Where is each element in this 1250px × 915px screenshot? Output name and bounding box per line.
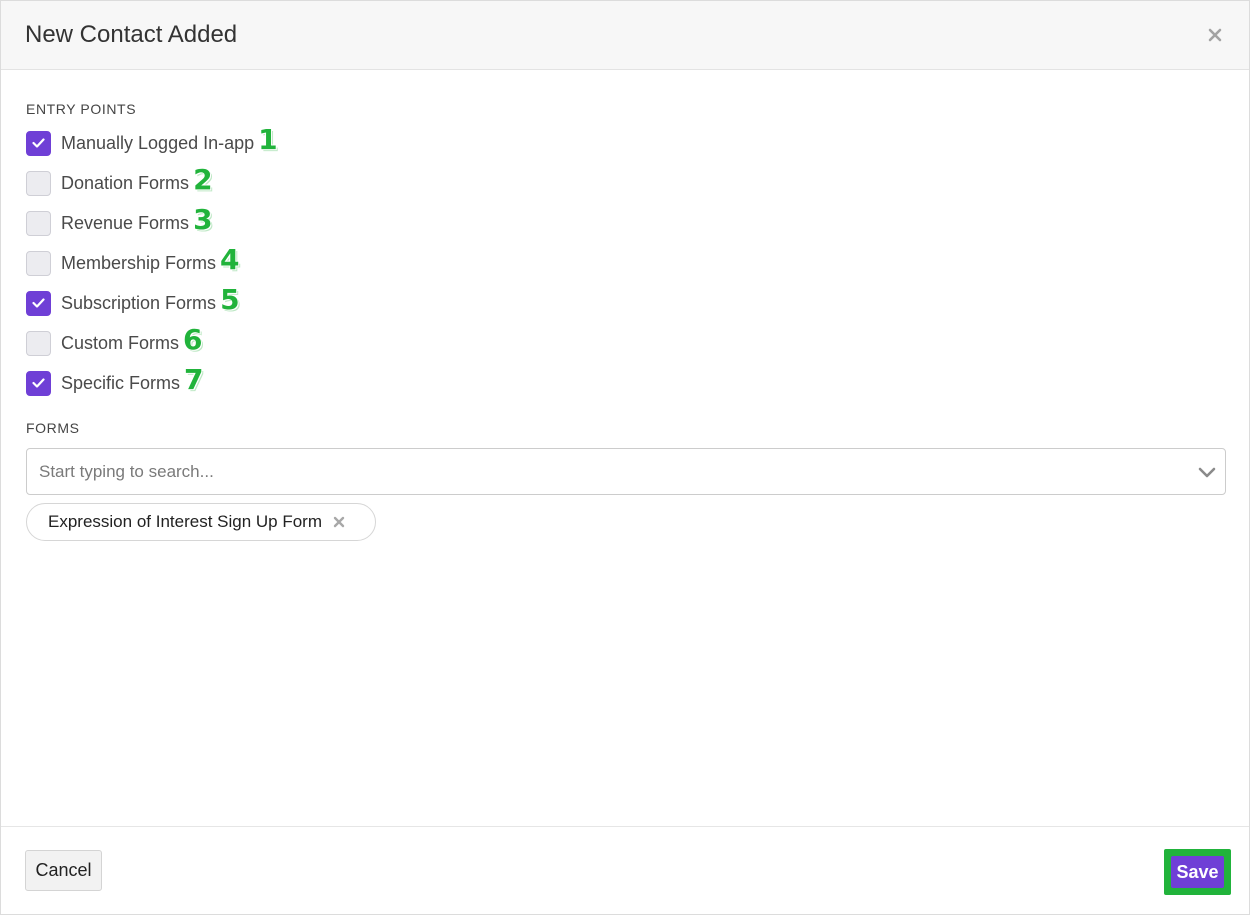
option-manually-logged-in-app[interactable]: Manually Logged In-app 1	[26, 123, 278, 156]
check-icon	[32, 138, 45, 148]
save-button[interactable]: Save	[1171, 856, 1224, 888]
step-marker: 3	[193, 203, 213, 236]
modal-footer: Cancel Save	[1, 826, 1249, 914]
option-label: Custom Forms	[61, 332, 180, 353]
forms-label: FORMS	[26, 420, 80, 436]
entry-points-label: ENTRY POINTS	[26, 101, 137, 117]
modal-header: New Contact Added	[1, 1, 1249, 70]
step-marker: 6	[183, 323, 203, 356]
step-marker: 4	[220, 243, 240, 276]
step-marker: 7	[184, 363, 204, 396]
chevron-down-icon[interactable]	[1197, 462, 1217, 482]
option-revenue-forms[interactable]: Revenue Forms 3	[26, 203, 213, 236]
close-icon	[333, 516, 345, 528]
checkbox[interactable]	[26, 330, 51, 356]
step-marker: 2	[193, 163, 213, 196]
option-label: Subscription Forms	[61, 292, 217, 313]
checkbox[interactable]	[26, 250, 51, 276]
check-icon	[32, 378, 45, 388]
option-subscription-forms[interactable]: Subscription Forms 5	[26, 283, 240, 316]
option-label: Specific Forms	[61, 372, 181, 393]
checkbox[interactable]	[26, 370, 51, 396]
chip-label: Expression of Interest Sign Up Form	[48, 512, 323, 531]
modal-title: New Contact Added	[25, 21, 238, 48]
new-contact-added-modal: New Contact Added ENTRY POINTS Manually …	[0, 0, 1250, 915]
close-button[interactable]	[1203, 23, 1227, 47]
option-label: Membership Forms	[61, 252, 217, 273]
checkbox[interactable]	[26, 170, 51, 196]
close-icon	[1208, 28, 1222, 42]
save-highlight: Save	[1164, 849, 1231, 895]
checkbox[interactable]	[26, 210, 51, 236]
step-marker: 5	[220, 283, 240, 316]
option-donation-forms[interactable]: Donation Forms 2	[26, 163, 213, 196]
cancel-button[interactable]: Cancel	[25, 850, 102, 891]
checkbox[interactable]	[26, 130, 51, 156]
option-membership-forms[interactable]: Membership Forms 4	[26, 243, 240, 276]
selected-form-chip: Expression of Interest Sign Up Form	[26, 503, 376, 541]
forms-search-select[interactable]	[26, 448, 1226, 495]
forms-search-input[interactable]	[39, 461, 1179, 483]
option-specific-forms[interactable]: Specific Forms 7	[26, 363, 204, 396]
checkbox[interactable]	[26, 290, 51, 316]
remove-chip-button[interactable]	[332, 515, 346, 529]
option-custom-forms[interactable]: Custom Forms 6	[26, 323, 203, 356]
option-label: Manually Logged In-app	[61, 132, 255, 153]
option-label: Donation Forms	[61, 172, 190, 193]
option-label: Revenue Forms	[61, 212, 190, 233]
step-marker: 1	[258, 123, 278, 156]
check-icon	[32, 298, 45, 308]
